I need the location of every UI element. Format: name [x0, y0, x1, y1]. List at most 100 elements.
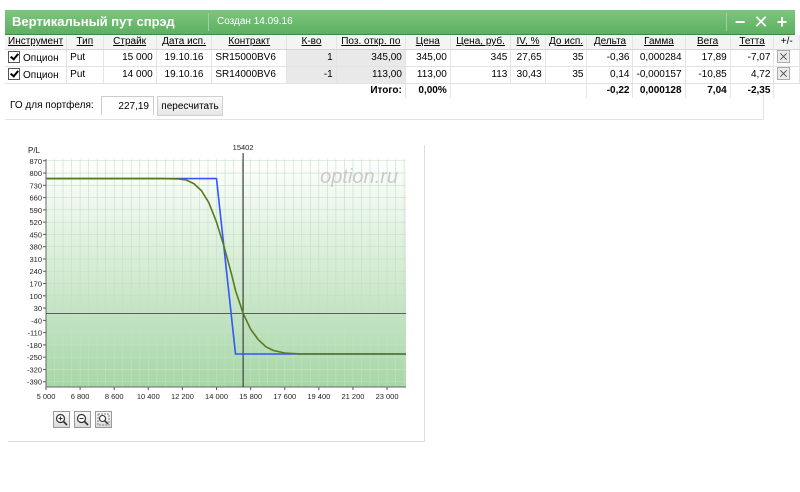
- y-tick-label: 590: [29, 206, 42, 215]
- instrument-label: Опцион: [23, 52, 59, 64]
- col-header-type[interactable]: Тип: [66, 35, 104, 50]
- y-tick-label: 730: [29, 181, 42, 190]
- y-tick-label: 450: [29, 230, 42, 239]
- vega-cell: 17,89: [685, 49, 731, 67]
- row-checkbox[interactable]: [8, 50, 20, 63]
- positions-table: Инструмент Тип Страйк Дата исп. Контракт…: [5, 35, 800, 98]
- date-cell: 19.10.16: [156, 66, 213, 84]
- totals-delta: -0,22: [586, 83, 634, 98]
- y-tick-label: -40: [31, 316, 42, 325]
- window-title: Вертикальный пут спрэд: [12, 14, 175, 29]
- col-header-gamma[interactable]: Гамма: [632, 35, 686, 50]
- y-tick-label: 30: [34, 304, 42, 313]
- contract-cell: SR14000BV6: [211, 66, 288, 84]
- gamma-cell: 0,000284: [632, 49, 686, 67]
- totals-price: 0,00%: [405, 83, 451, 98]
- contract-cell: SR15000BV6: [211, 49, 288, 67]
- open-price-field[interactable]: 113,00: [336, 66, 406, 84]
- totals-vega: 7,04: [685, 83, 731, 98]
- y-tick-label: -180: [27, 341, 42, 350]
- delta-cell: -0,36: [586, 49, 634, 67]
- col-header-instrument[interactable]: Инструмент: [5, 35, 68, 50]
- price-rub-cell: 345: [450, 49, 512, 67]
- totals-gamma: 0,000128: [632, 83, 686, 98]
- zoom-in-button[interactable]: [53, 411, 70, 428]
- zoom-out-button[interactable]: [74, 411, 91, 428]
- panel-right-edge: [763, 94, 764, 120]
- table-row: Опцион Put 15 000 19.10.16 SR15000BV6 1 …: [5, 49, 800, 67]
- vega-cell: -10,85: [685, 66, 731, 84]
- y-tick-label: 660: [29, 194, 42, 203]
- row-checkbox[interactable]: [8, 67, 20, 80]
- col-header-open-price[interactable]: Поз. откр. по: [336, 35, 406, 50]
- qty-field[interactable]: -1: [286, 66, 337, 84]
- gamma-cell: -0,000157: [632, 66, 686, 84]
- col-header-strike[interactable]: Страйк: [103, 35, 157, 50]
- strike-cell: 14 000: [103, 66, 157, 84]
- zoom-reset-button[interactable]: [95, 411, 112, 428]
- watermark-logo: option.ru: [320, 166, 398, 188]
- delete-row-icon[interactable]: [777, 50, 791, 63]
- minimize-icon: −: [734, 12, 746, 32]
- x-tick-label: 23 000: [376, 392, 399, 401]
- pl-chart-svg: 870 800 730 660 590 520 450 380 310 240 170 100 30 -4…: [27, 145, 407, 401]
- x-tick-label: 17 600: [273, 392, 296, 401]
- col-header-iv[interactable]: IV, %: [510, 35, 546, 50]
- y-tick-label: -320: [27, 365, 42, 374]
- pl-chart[interactable]: 870 800 730 660 590 520 450 380 310 240 170 100 30 -4…: [8, 145, 425, 442]
- type-cell: Put: [66, 49, 104, 67]
- instrument-label: Опцион: [23, 69, 59, 81]
- close-button[interactable]: ✕: [750, 11, 772, 33]
- margin-label: ГО для портфеля:: [10, 100, 94, 111]
- y-tick-label: 800: [29, 169, 42, 178]
- x-tick-label: 14 000: [205, 392, 228, 401]
- col-header-delta[interactable]: Дельта: [586, 35, 634, 50]
- table-header-row: Инструмент Тип Страйк Дата исп. Контракт…: [5, 35, 800, 50]
- type-cell: Put: [66, 66, 104, 84]
- controls-divider: [726, 13, 727, 31]
- price-rub-cell: 113: [450, 66, 512, 84]
- col-header-contract[interactable]: Контракт: [211, 35, 288, 50]
- col-header-price[interactable]: Цена: [405, 35, 451, 50]
- recalculate-button[interactable]: пересчитать: [157, 96, 223, 116]
- days-cell: 35: [545, 49, 588, 67]
- iv-cell: 30,43: [510, 66, 546, 84]
- date-cell: 19.10.16: [156, 49, 213, 67]
- y-tick-label: 100: [29, 292, 42, 301]
- margin-value-field: 227,19: [101, 96, 154, 115]
- col-header-vega[interactable]: Вега: [685, 35, 731, 50]
- totals-theta: -2,35: [730, 83, 775, 98]
- delete-cell: [773, 66, 800, 84]
- x-tick-label: 5 000: [37, 392, 56, 401]
- col-header-date[interactable]: Дата исп.: [156, 35, 213, 50]
- y-tick-label: 170: [29, 280, 42, 289]
- col-header-theta[interactable]: Тетта: [730, 35, 775, 50]
- days-cell: 35: [545, 66, 588, 84]
- x-tick-label: 6 800: [71, 392, 90, 401]
- col-header-days[interactable]: До исп.: [545, 35, 588, 50]
- col-header-qty[interactable]: К-во: [286, 35, 337, 50]
- zoom-fit-icon: [97, 413, 110, 426]
- delete-cell: [773, 49, 800, 67]
- minimize-button[interactable]: −: [729, 11, 751, 33]
- zoom-in-icon: [55, 413, 68, 426]
- y-tick-label: 520: [29, 218, 42, 227]
- instrument-cell: Опцион: [5, 66, 68, 84]
- current-price-label: 15402: [233, 145, 254, 152]
- plus-icon: +: [776, 12, 788, 32]
- iv-cell: 27,65: [510, 49, 546, 67]
- open-price-field[interactable]: 345,00: [336, 49, 406, 67]
- delete-row-icon[interactable]: [777, 67, 791, 80]
- price-cell: 345,00: [405, 49, 451, 67]
- zoom-out-icon: [76, 413, 89, 426]
- y-tick-label: -250: [27, 353, 42, 362]
- delta-cell: 0,14: [586, 66, 634, 84]
- add-button[interactable]: +: [771, 11, 793, 33]
- y-tick-label: 310: [29, 255, 42, 264]
- x-tick-label: 12 200: [171, 392, 194, 401]
- created-date: Создан 14.09.16: [217, 16, 293, 27]
- totals-label: Итого:: [336, 83, 406, 98]
- col-header-plus-minus[interactable]: +/-: [773, 35, 800, 50]
- qty-field[interactable]: 1: [286, 49, 337, 67]
- col-header-price-rub[interactable]: Цена, руб.: [450, 35, 512, 50]
